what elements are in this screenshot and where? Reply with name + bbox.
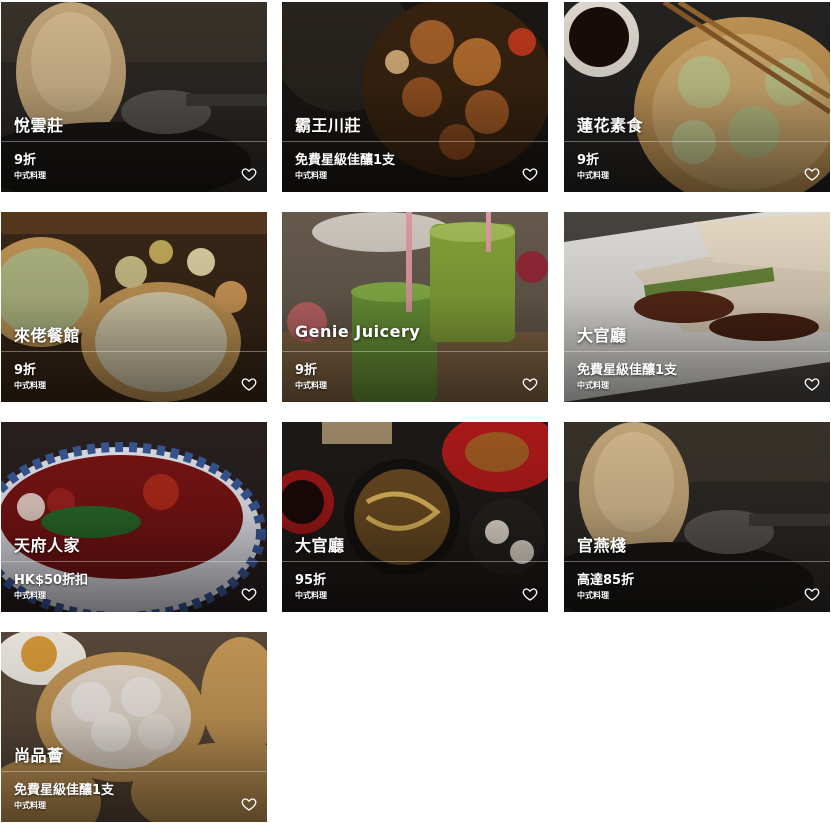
restaurant-name: 大官廳 bbox=[295, 536, 345, 555]
cuisine-label: 中式料理 bbox=[577, 171, 609, 180]
offer-text: 9折 bbox=[577, 153, 600, 168]
restaurant-card[interactable]: 大官廳 免費星級佳釀1支 中式料理 bbox=[564, 212, 830, 402]
restaurant-name: Genie Juicery bbox=[295, 322, 421, 341]
cuisine-label: 中式料理 bbox=[14, 591, 46, 600]
restaurant-card[interactable]: 悅雲莊 9折 中式料理 bbox=[1, 2, 267, 192]
offer-text: 免費星級佳釀1支 bbox=[295, 153, 396, 168]
heart-outline-icon[interactable] bbox=[522, 376, 538, 392]
cuisine-label: 中式料理 bbox=[577, 381, 609, 390]
offer-text: 免費星級佳釀1支 bbox=[577, 363, 678, 378]
card-overlay bbox=[1, 2, 267, 192]
heart-outline-icon[interactable] bbox=[804, 586, 820, 602]
offer-text: 9折 bbox=[14, 363, 37, 378]
card-divider bbox=[1, 351, 267, 352]
offer-text: 免費星級佳釀1支 bbox=[14, 783, 115, 798]
card-divider bbox=[564, 351, 830, 352]
offer-text: 高達85折 bbox=[577, 573, 635, 588]
cuisine-label: 中式料理 bbox=[14, 171, 46, 180]
restaurant-name: 天府人家 bbox=[14, 536, 81, 555]
restaurant-card[interactable]: 霸王川莊 免費星級佳釀1支 中式料理 bbox=[282, 2, 548, 192]
card-divider bbox=[564, 141, 830, 142]
restaurant-name: 來佬餐館 bbox=[14, 326, 81, 345]
card-divider bbox=[564, 561, 830, 562]
card-overlay bbox=[1, 212, 267, 402]
card-divider bbox=[1, 561, 267, 562]
restaurant-name: 尚品薈 bbox=[14, 746, 64, 765]
heart-outline-icon[interactable] bbox=[241, 796, 257, 812]
offer-text: 9折 bbox=[14, 153, 37, 168]
heart-outline-icon[interactable] bbox=[804, 376, 820, 392]
heart-outline-icon[interactable] bbox=[241, 376, 257, 392]
restaurant-card[interactable]: 天府人家 HK$50折扣 中式料理 bbox=[1, 422, 267, 612]
cuisine-label: 中式料理 bbox=[14, 381, 46, 390]
heart-outline-icon[interactable] bbox=[522, 586, 538, 602]
heart-outline-icon[interactable] bbox=[804, 166, 820, 182]
card-divider bbox=[282, 561, 548, 562]
heart-outline-icon[interactable] bbox=[241, 166, 257, 182]
restaurant-card[interactable]: 大官廳 95折 中式料理 bbox=[282, 422, 548, 612]
restaurant-card[interactable]: 尚品薈 免費星級佳釀1支 中式料理 bbox=[1, 632, 267, 822]
cuisine-label: 中式料理 bbox=[295, 381, 327, 390]
restaurant-name: 官燕棧 bbox=[577, 536, 627, 555]
card-divider bbox=[282, 141, 548, 142]
restaurant-card[interactable]: Genie Juicery 9折 中式料理 bbox=[282, 212, 548, 402]
restaurant-card[interactable]: 來佬餐館 9折 中式料理 bbox=[1, 212, 267, 402]
restaurant-name: 悅雲莊 bbox=[14, 116, 64, 135]
card-overlay bbox=[282, 212, 548, 402]
card-divider bbox=[1, 771, 267, 772]
offer-text: 9折 bbox=[295, 363, 318, 378]
heart-outline-icon[interactable] bbox=[241, 586, 257, 602]
restaurant-card[interactable]: 蓮花素食 9折 中式料理 bbox=[564, 2, 830, 192]
cuisine-label: 中式料理 bbox=[295, 171, 327, 180]
card-overlay bbox=[564, 2, 830, 192]
cuisine-label: 中式料理 bbox=[295, 591, 327, 600]
offer-text: 95折 bbox=[295, 573, 327, 588]
offer-text: HK$50折扣 bbox=[14, 573, 89, 588]
restaurant-name: 大官廳 bbox=[577, 326, 627, 345]
restaurant-name: 霸王川莊 bbox=[295, 116, 362, 135]
heart-outline-icon[interactable] bbox=[522, 166, 538, 182]
card-divider bbox=[1, 141, 267, 142]
restaurant-name: 蓮花素食 bbox=[577, 116, 644, 135]
cuisine-label: 中式料理 bbox=[577, 591, 609, 600]
restaurant-card[interactable]: 官燕棧 高達85折 中式料理 bbox=[564, 422, 830, 612]
cuisine-label: 中式料理 bbox=[14, 801, 46, 810]
card-divider bbox=[282, 351, 548, 352]
